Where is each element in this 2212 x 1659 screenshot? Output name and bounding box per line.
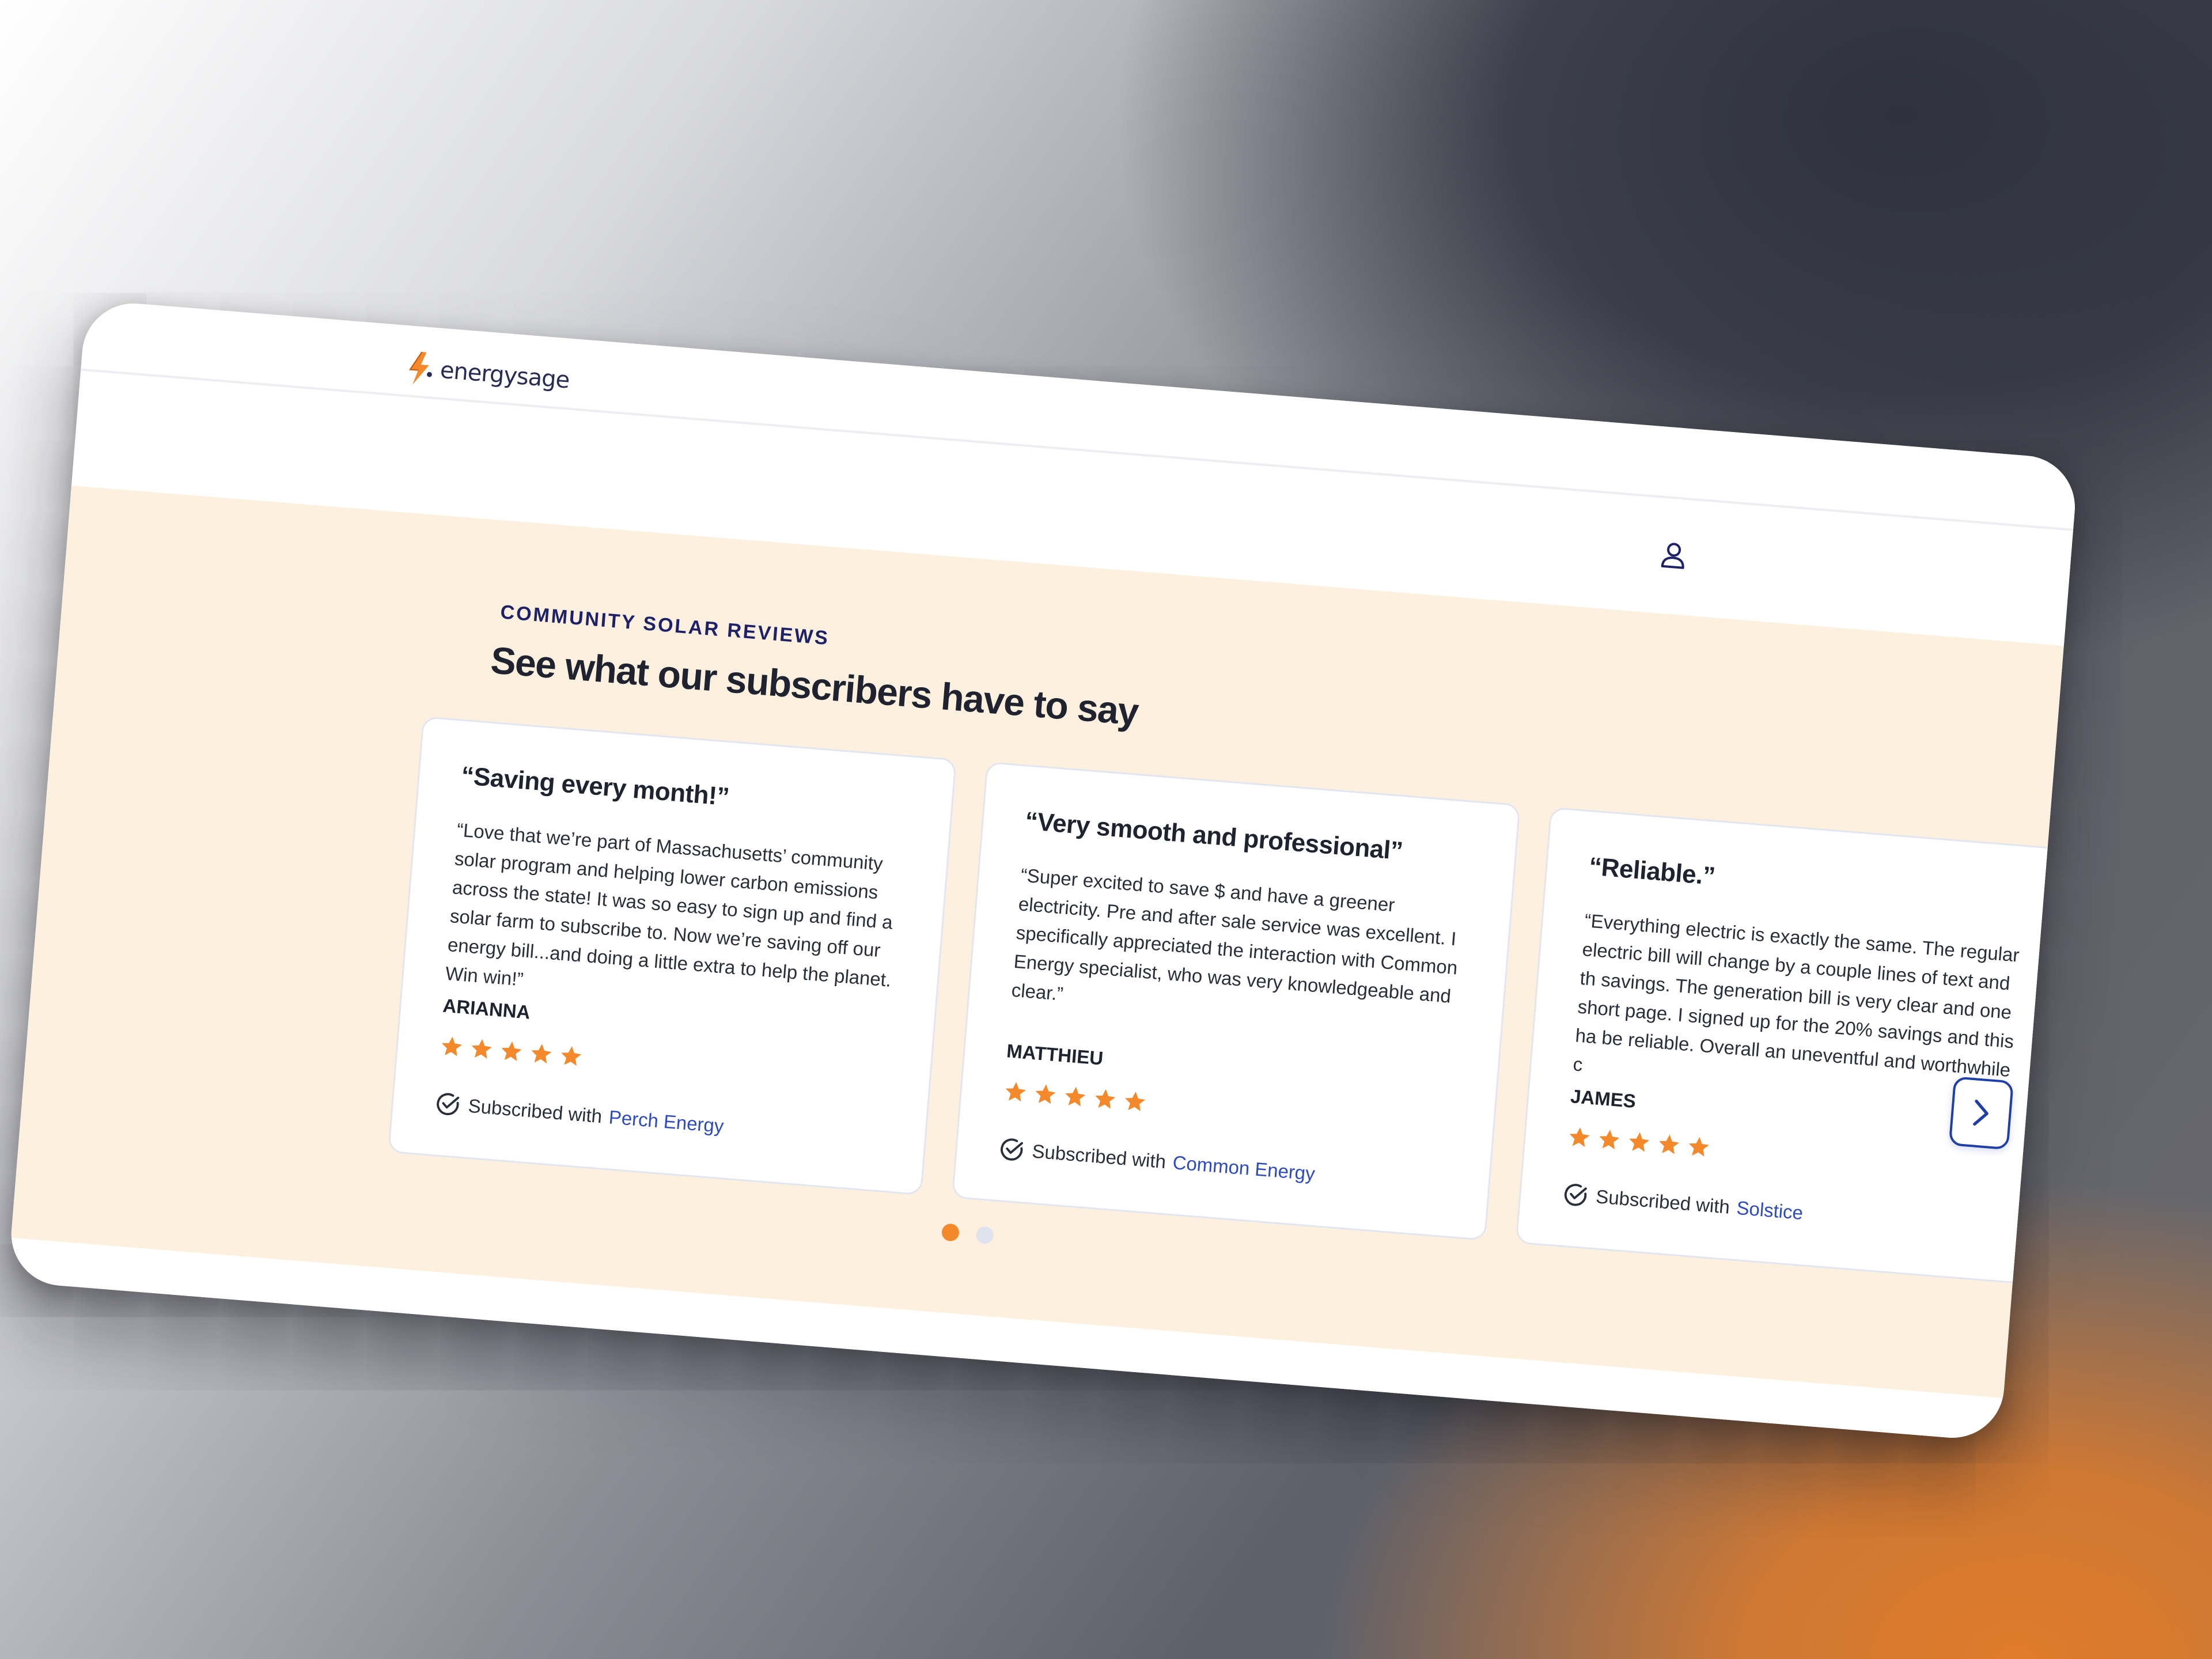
review-quote: “Love that we’re part of Massachusetts’ …	[444, 819, 894, 991]
energysage-logo[interactable]: energysage	[403, 350, 571, 399]
user-icon	[1661, 543, 1684, 569]
star-icon	[441, 1036, 462, 1056]
review-card: “Saving every month!” “Love that we’re p…	[387, 716, 957, 1196]
review-card: “Very smooth and professional” “Super ex…	[951, 761, 1521, 1241]
subscribed-with: Subscribed with Solstice	[1562, 1181, 2012, 1243]
star-icon	[531, 1044, 552, 1064]
section-heading: See what our subscribers have to say	[489, 638, 1140, 733]
account-button[interactable]	[1656, 538, 1691, 573]
review-title: “Saving every month!”	[460, 761, 730, 812]
provider-link[interactable]: Perch Energy	[608, 1106, 725, 1137]
reviews-section: COMMUNITY SOLAR REVIEWS See what our sub…	[10, 485, 2079, 1399]
carousel-dot-2[interactable]	[975, 1226, 994, 1245]
reviews-carousel: “Saving every month!” “Love that we’re p…	[387, 716, 2079, 1286]
review-title: “Very smooth and professional”	[1024, 806, 1404, 866]
star-icon	[1035, 1084, 1056, 1104]
provider-link[interactable]: Common Energy	[1172, 1152, 1316, 1185]
chevron-right-icon	[1973, 1100, 1988, 1126]
subscribed-with: Subscribed with Perch Energy	[434, 1090, 884, 1152]
check-circle-icon	[1001, 1138, 1023, 1161]
star-icon	[1095, 1089, 1116, 1109]
star-icon	[1629, 1132, 1650, 1152]
star-icon	[1065, 1086, 1086, 1107]
check-circle-icon	[1564, 1184, 1587, 1206]
star-icon	[561, 1046, 582, 1066]
star-icon	[501, 1041, 522, 1061]
star-icon	[1688, 1137, 1709, 1157]
star-icon	[1569, 1127, 1590, 1147]
star-icon	[1599, 1130, 1620, 1150]
check-circle-icon	[437, 1093, 460, 1115]
carousel-pagination	[941, 1223, 994, 1245]
star-icon	[1005, 1082, 1026, 1102]
review-title: “Reliable.”	[1588, 852, 1717, 891]
carousel-dot-1[interactable]	[941, 1223, 960, 1242]
browser-window: energysage COMMUNITY SOLAR REVIEWS See w…	[7, 300, 2079, 1442]
star-icon	[1659, 1134, 1680, 1154]
carousel-next-button[interactable]	[1948, 1076, 2014, 1150]
provider-link[interactable]: Solstice	[1736, 1197, 1804, 1224]
star-icon	[1125, 1092, 1146, 1112]
subscribed-with: Subscribed with Common Energy	[998, 1135, 1448, 1198]
lightning-bolt-icon	[408, 351, 432, 385]
subscribed-label: Subscribed with	[1031, 1140, 1167, 1173]
review-quote: “Super excited to save $ and have a gree…	[1010, 864, 1459, 1007]
subscribed-label: Subscribed with	[467, 1094, 603, 1127]
logo-wordmark: energysage	[439, 357, 570, 394]
star-icon	[471, 1039, 492, 1059]
review-card: “Reliable.” “Everything electric is exac…	[1515, 806, 2079, 1286]
subscribed-label: Subscribed with	[1595, 1185, 1731, 1218]
